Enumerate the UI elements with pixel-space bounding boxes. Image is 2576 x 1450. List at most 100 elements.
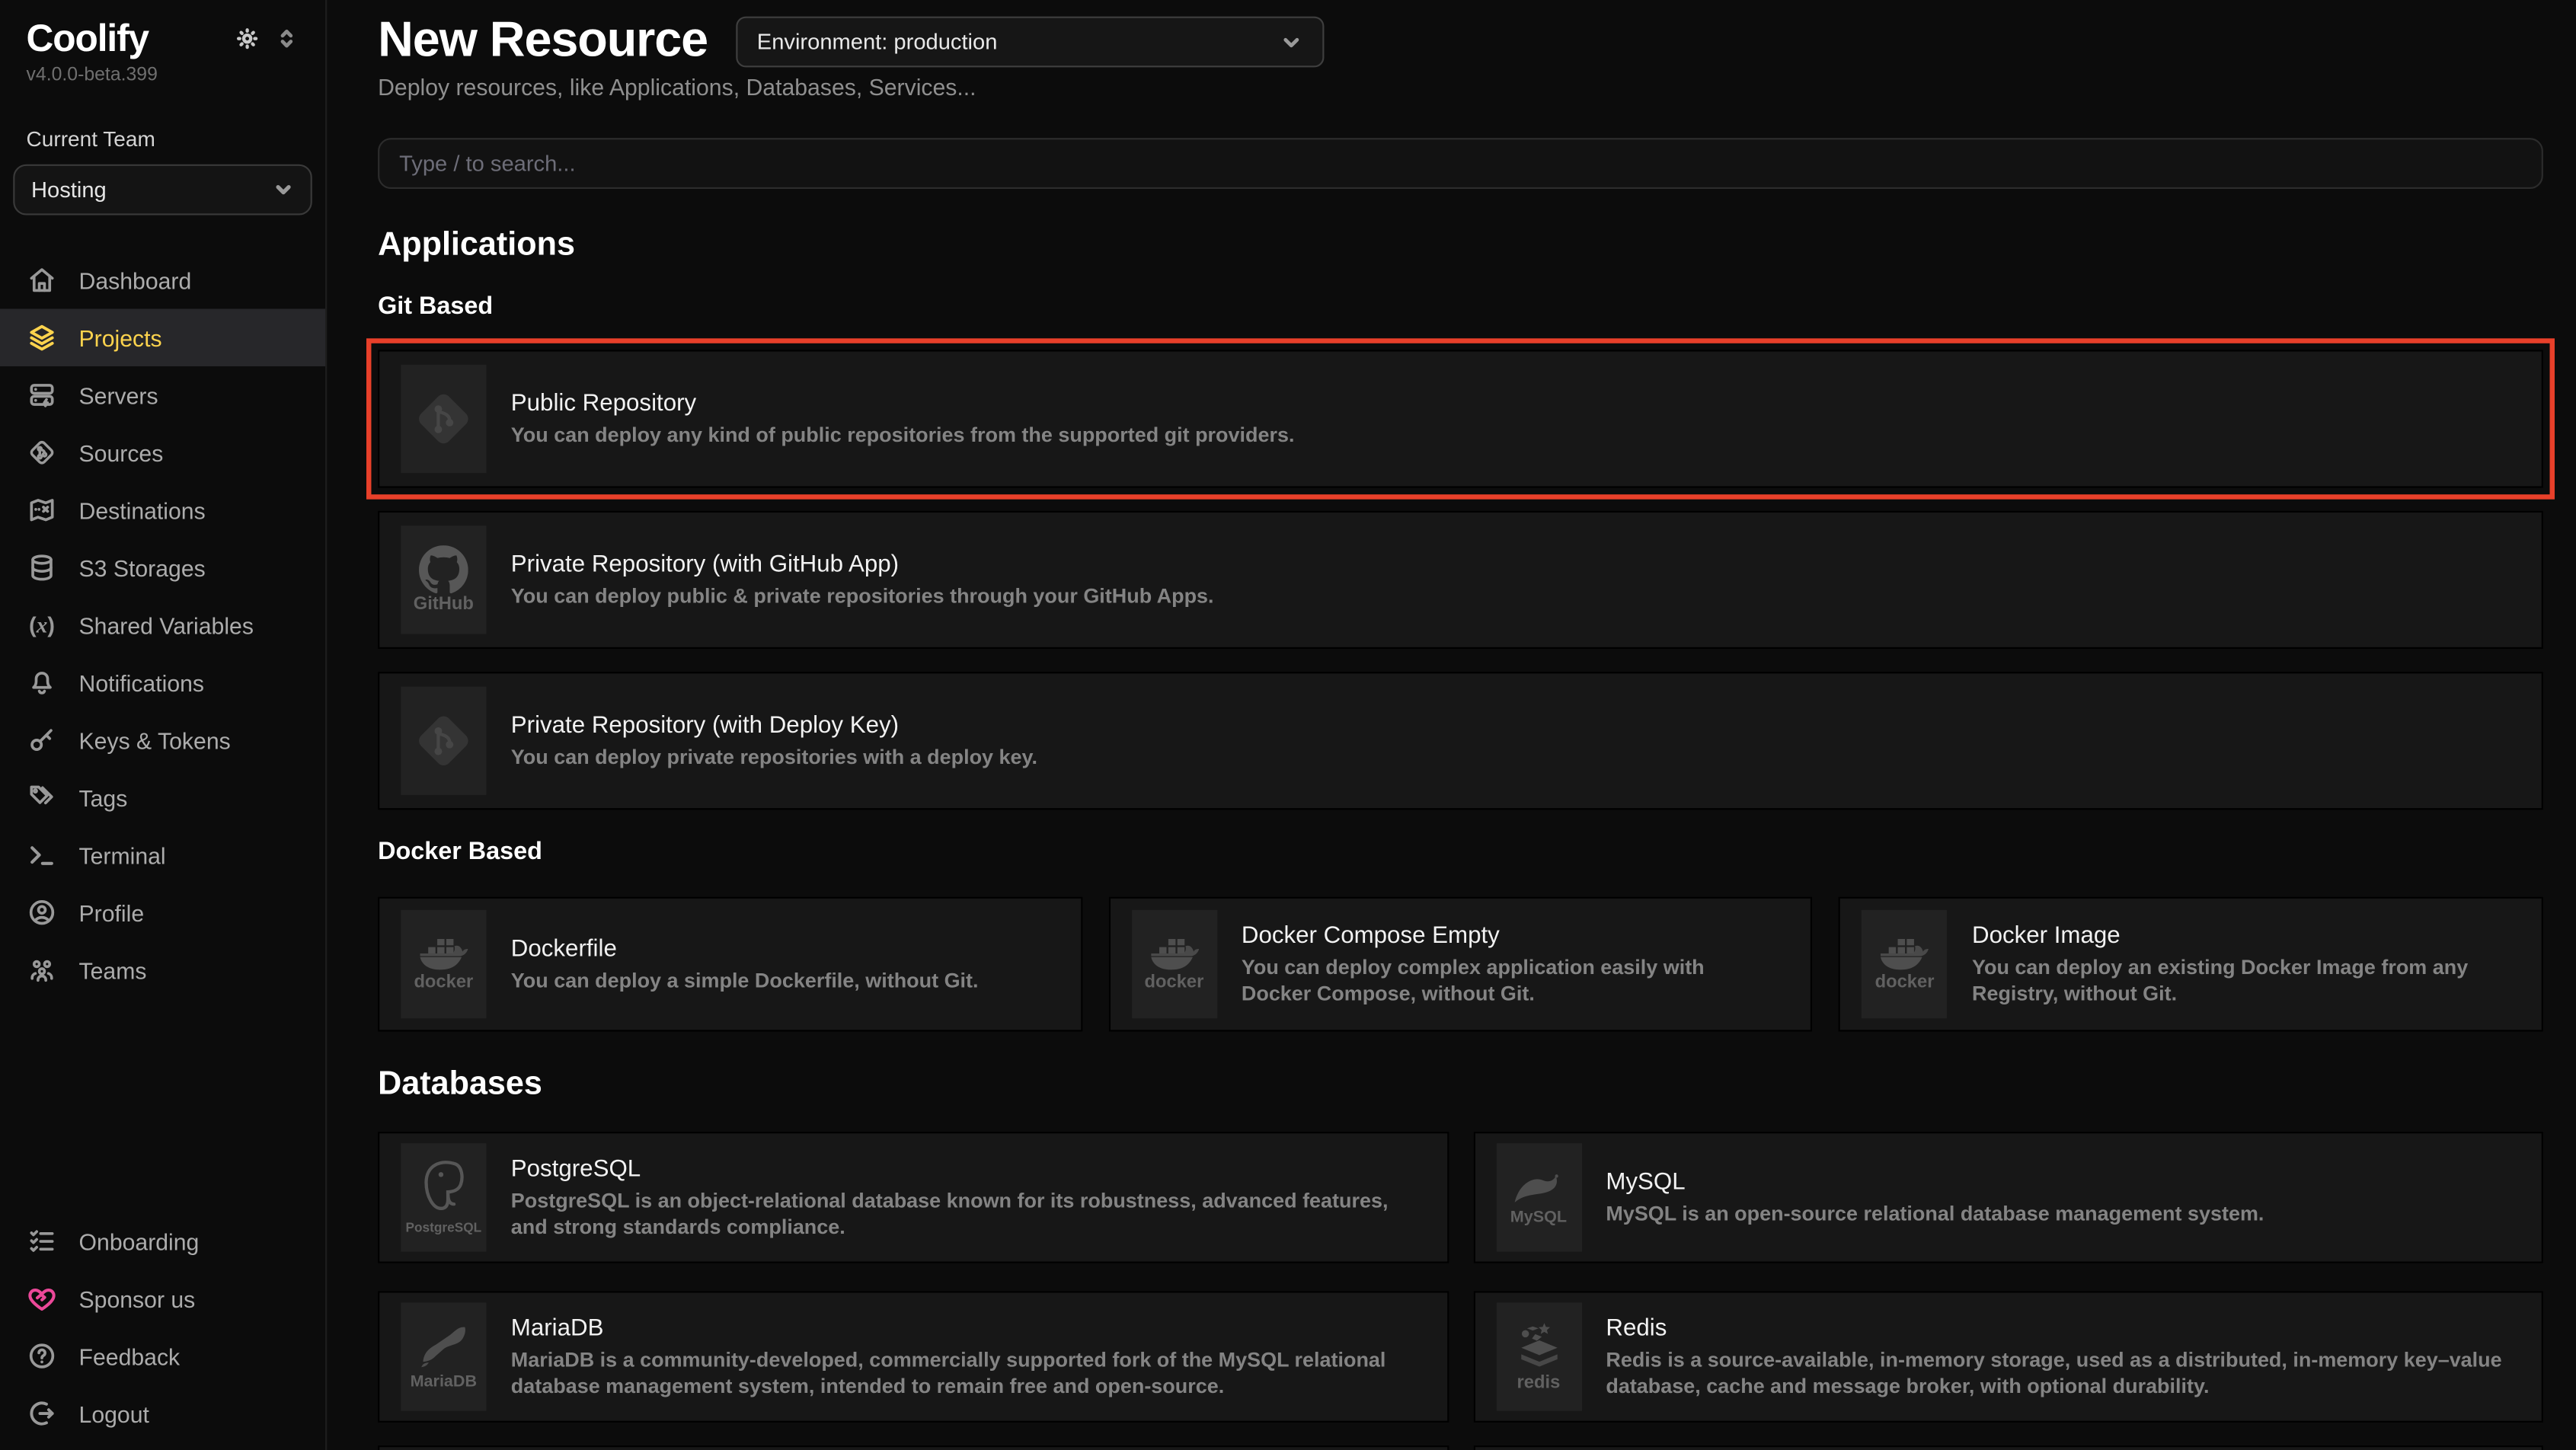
user-circle-icon xyxy=(27,897,58,928)
docker-logo-text: docker xyxy=(414,974,473,992)
page-subtitle: Deploy resources, like Applications, Dat… xyxy=(378,74,2543,102)
sidebar-item-tags[interactable]: Tags xyxy=(0,768,325,826)
sidebar-item-shared-variables[interactable]: (x) Shared Variables xyxy=(0,596,325,653)
mysql-logo-text: MySQL xyxy=(1510,1209,1567,1227)
postgresql-logo-icon: PostgreSQL xyxy=(401,1143,486,1251)
logout-icon xyxy=(27,1398,58,1429)
card-title: Dockerfile xyxy=(511,935,979,962)
sidebar-item-sponsor-us[interactable]: Sponsor us xyxy=(0,1270,325,1327)
card-mariadb[interactable]: MariaDB MariaDB MariaDB is a community-d… xyxy=(378,1291,1448,1423)
sidebar-item-onboarding[interactable]: Onboarding xyxy=(0,1212,325,1270)
card-description: You can deploy private repositories with… xyxy=(511,743,1037,770)
sidebar-item-profile[interactable]: Profile xyxy=(0,883,325,941)
card-description: You can deploy public & private reposito… xyxy=(511,583,1214,609)
card-redis[interactable]: redis Redis Redis is a source-available,… xyxy=(1473,1291,2543,1423)
sidebar-item-logout[interactable]: Logout xyxy=(0,1385,325,1442)
sidebar-item-destinations[interactable]: Destinations xyxy=(0,481,325,538)
search-input[interactable] xyxy=(378,138,2543,189)
card-title: Redis xyxy=(1606,1315,2507,1342)
git-card-list: Public Repository You can deploy any kin… xyxy=(378,350,2543,810)
mariadb-logo-icon: MariaDB xyxy=(401,1302,486,1410)
card-title: Docker Compose Empty xyxy=(1242,922,1776,949)
card-description: PostgreSQL is an object-relational datab… xyxy=(511,1187,1412,1239)
docker-logo-text: docker xyxy=(1875,974,1935,992)
card-docker-compose-empty[interactable]: docker Docker Compose Empty You can depl… xyxy=(1108,897,1813,1032)
card-public-repository[interactable]: Public Repository You can deploy any kin… xyxy=(378,350,2543,487)
sidebar-item-servers[interactable]: Servers xyxy=(0,366,325,423)
applications-heading: Applications xyxy=(378,227,2543,265)
card-description: You can deploy a simple Dockerfile, with… xyxy=(511,966,979,993)
card-title: Private Repository (with GitHub App) xyxy=(511,551,1214,578)
sidebar: Coolify v4.0.0-beta.399 Current Team Hos… xyxy=(0,0,327,1450)
cutoff-card xyxy=(378,1445,1448,1450)
home-icon xyxy=(27,264,58,295)
chevrons-up-down-icon[interactable] xyxy=(274,27,299,51)
sidebar-item-projects[interactable]: Projects xyxy=(0,308,325,366)
database-icon xyxy=(27,552,58,583)
sidebar-item-teams[interactable]: Teams xyxy=(0,941,325,998)
heart-hands-icon xyxy=(27,1283,58,1314)
card-title: MySQL xyxy=(1606,1169,2264,1196)
mariadb-logo-text: MariaDB xyxy=(411,1373,478,1391)
sidebar-item-notifications[interactable]: Notifications xyxy=(0,653,325,711)
key-icon xyxy=(27,724,58,755)
github-logo-icon: GitHub xyxy=(401,525,486,634)
sidebar-item-feedback[interactable]: Feedback xyxy=(0,1327,325,1385)
sidebar-header: Coolify xyxy=(0,17,325,61)
sidebar-footer: Onboarding Sponsor us Feedback Logout xyxy=(0,1212,325,1442)
git-based-heading: Git Based xyxy=(378,292,2543,322)
card-description: You can deploy any kind of public reposi… xyxy=(511,421,1295,448)
cutoff-card xyxy=(1473,1445,2543,1450)
card-title: Public Repository xyxy=(511,390,1295,417)
github-logo-text: GitHub xyxy=(414,596,474,615)
team-select-value: Hosting xyxy=(31,177,107,202)
card-private-repository-github-app[interactable]: GitHub Private Repository (with GitHub A… xyxy=(378,511,2543,649)
map-icon xyxy=(27,494,58,525)
terminal-icon xyxy=(27,839,58,870)
postgresql-logo-text: PostgreSQL xyxy=(405,1218,481,1237)
variables-icon: (x) xyxy=(27,612,58,638)
card-description: You can deploy complex application easil… xyxy=(1242,953,1776,1006)
card-description: Redis is a source-available, in-memory s… xyxy=(1606,1346,2507,1399)
layers-icon xyxy=(27,322,58,353)
sidebar-item-keys-tokens[interactable]: Keys & Tokens xyxy=(0,711,325,768)
app-root: Coolify v4.0.0-beta.399 Current Team Hos… xyxy=(0,0,2576,1450)
card-description: MariaDB is a community-developed, commer… xyxy=(511,1346,1412,1399)
database-card-list: PostgreSQL PostgreSQL PostgreSQL is an o… xyxy=(378,1132,2543,1423)
page-header: New Resource Environment: production xyxy=(378,13,2543,67)
next-row-cutoff xyxy=(378,1445,2543,1450)
card-private-repository-deploy-key[interactable]: Private Repository (with Deploy Key) You… xyxy=(378,672,2543,810)
checklist-icon xyxy=(27,1225,58,1257)
environment-select[interactable]: Environment: production xyxy=(736,17,1324,68)
sidebar-item-s3-storages[interactable]: S3 Storages xyxy=(0,538,325,596)
environment-select-value: Environment: production xyxy=(757,30,998,54)
docker-logo-icon: docker xyxy=(401,910,486,1018)
redis-logo-text: redis xyxy=(1517,1375,1561,1393)
card-postgresql[interactable]: PostgreSQL PostgreSQL PostgreSQL is an o… xyxy=(378,1132,1448,1263)
mysql-logo-icon: MySQL xyxy=(1496,1143,1581,1251)
git-logo-icon xyxy=(401,365,486,473)
sidebar-item-terminal[interactable]: Terminal xyxy=(0,826,325,883)
redis-logo-icon: redis xyxy=(1496,1302,1581,1410)
theme-toggle-sun-icon[interactable] xyxy=(235,27,259,51)
docker-logo-icon: docker xyxy=(1131,910,1216,1018)
current-team-label: Current Team xyxy=(0,126,325,151)
git-logo-icon xyxy=(401,687,486,795)
app-logo: Coolify xyxy=(27,17,149,61)
users-icon xyxy=(27,954,58,985)
tags-icon xyxy=(27,782,58,813)
page-title: New Resource xyxy=(378,13,708,67)
card-dockerfile[interactable]: docker Dockerfile You can deploy a simpl… xyxy=(378,897,1082,1032)
team-select[interactable]: Hosting xyxy=(13,164,312,216)
card-mysql[interactable]: MySQL MySQL MySQL is an open-source rela… xyxy=(1473,1132,2543,1263)
card-description: MySQL is an open-source relational datab… xyxy=(1606,1200,2264,1227)
chevron-down-icon xyxy=(1280,30,1302,53)
docker-card-list: docker Dockerfile You can deploy a simpl… xyxy=(378,897,2543,1032)
card-docker-image[interactable]: docker Docker Image You can deploy an ex… xyxy=(1839,897,2543,1032)
sidebar-item-sources[interactable]: Sources xyxy=(0,423,325,481)
help-circle-icon xyxy=(27,1340,58,1372)
main-content: New Resource Environment: production Dep… xyxy=(327,0,2576,1450)
sidebar-item-dashboard[interactable]: Dashboard xyxy=(0,251,325,308)
sidebar-nav: Dashboard Projects Servers Sources Desti… xyxy=(0,251,325,998)
card-title: PostgreSQL xyxy=(511,1155,1412,1182)
